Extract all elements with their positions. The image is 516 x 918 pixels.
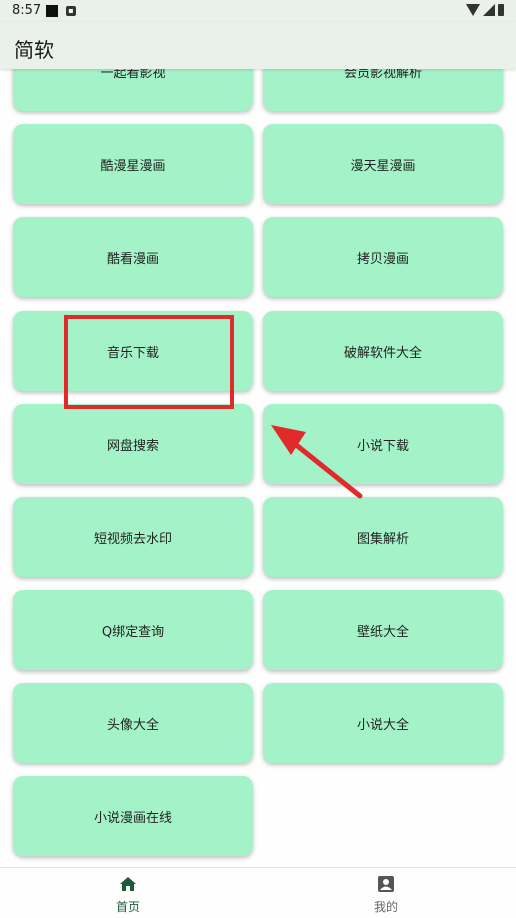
annotation-arrow-icon [271,425,363,499]
